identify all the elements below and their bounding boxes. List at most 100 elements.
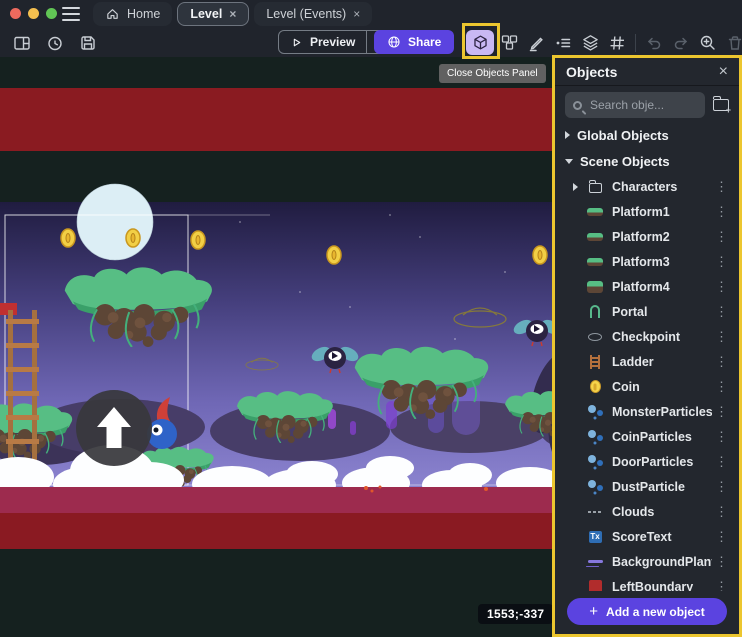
kebab-menu-icon[interactable] xyxy=(712,354,731,370)
object-label: Portal xyxy=(612,305,712,319)
kebab-menu-icon[interactable] xyxy=(712,379,731,395)
section-global-objects[interactable]: Global Objects xyxy=(555,122,739,148)
kebab-menu-icon[interactable] xyxy=(712,404,731,420)
boundary-icon xyxy=(589,580,602,591)
minimize-window-button[interactable] xyxy=(28,8,39,19)
object-row-coin[interactable]: Coin xyxy=(555,374,739,399)
panel-title: Objects xyxy=(566,64,719,80)
moon-object[interactable] xyxy=(77,184,153,260)
object-row-dustparticle[interactable]: DustParticle xyxy=(555,474,739,499)
grid-icon[interactable] xyxy=(605,31,629,55)
kebab-menu-icon[interactable] xyxy=(712,479,731,495)
close-tab-icon[interactable] xyxy=(229,8,236,20)
object-row-platform1[interactable]: Platform1 xyxy=(555,199,739,224)
plants-icon xyxy=(588,560,603,563)
particles-icon xyxy=(588,405,603,419)
panels-icon[interactable] xyxy=(10,31,34,55)
clouds-icon xyxy=(588,511,603,513)
save-icon[interactable] xyxy=(76,31,100,55)
objects-panel-header: Objects xyxy=(555,58,739,86)
kebab-menu-icon[interactable] xyxy=(712,454,731,470)
object-row-backgroundplants[interactable]: BackgroundPlants xyxy=(555,549,739,574)
titlebar: Home Level Level (Events) xyxy=(0,0,742,28)
platform-icon xyxy=(587,208,603,216)
object-row-checkpoint[interactable]: Checkpoint xyxy=(555,324,739,349)
object-label: Platform1 xyxy=(612,205,712,219)
zoom-in-icon[interactable] xyxy=(696,31,720,55)
kebab-menu-icon[interactable] xyxy=(712,204,731,220)
platform-icon xyxy=(587,233,603,241)
add-folder-icon[interactable] xyxy=(713,99,729,111)
platform-icon xyxy=(587,258,603,266)
globe-icon xyxy=(387,35,401,49)
object-row-doorparticles[interactable]: DoorParticles xyxy=(555,449,739,474)
share-label: Share xyxy=(408,35,441,49)
object-row-platform2[interactable]: Platform2 xyxy=(555,224,739,249)
object-row-monsterparticles[interactable]: MonsterParticles xyxy=(555,399,739,424)
kebab-menu-icon[interactable] xyxy=(712,304,731,320)
kebab-menu-icon[interactable] xyxy=(712,429,731,445)
object-label: Clouds xyxy=(612,505,712,519)
particles-icon xyxy=(588,455,603,469)
kebab-menu-icon[interactable] xyxy=(712,279,731,295)
object-row-leftboundary[interactable]: LeftBoundary xyxy=(555,574,739,591)
object-row-clouds[interactable]: Clouds xyxy=(555,499,739,524)
close-panel-icon[interactable] xyxy=(719,63,728,81)
platform-tall-icon xyxy=(587,281,603,293)
object-row-scoretext[interactable]: Tx ScoreText xyxy=(555,524,739,549)
search-box[interactable] xyxy=(565,92,705,118)
chevron-right-icon xyxy=(565,131,570,139)
kebab-menu-icon[interactable] xyxy=(712,179,731,195)
section-label: Global Objects xyxy=(577,128,669,143)
object-label: Checkpoint xyxy=(612,330,712,344)
kebab-menu-icon[interactable] xyxy=(712,529,731,545)
toolbar: Preview Share xyxy=(0,28,742,57)
object-label: MonsterParticles xyxy=(612,405,712,419)
edit-pencil-icon[interactable] xyxy=(524,31,548,55)
tab-level[interactable]: Level xyxy=(177,2,249,26)
kebab-menu-icon[interactable] xyxy=(712,329,731,345)
object-label: Platform4 xyxy=(612,280,712,294)
kebab-menu-icon[interactable] xyxy=(712,579,731,592)
kebab-menu-icon[interactable] xyxy=(712,229,731,245)
jump-button-object[interactable] xyxy=(76,390,152,466)
share-button[interactable]: Share xyxy=(374,30,454,54)
panel-footer: Add a new object xyxy=(555,591,739,634)
objects-panel-icon[interactable] xyxy=(466,30,494,55)
search-icon xyxy=(573,101,582,110)
object-label: LeftBoundary xyxy=(612,580,712,592)
section-scene-objects[interactable]: Scene Objects xyxy=(555,148,739,174)
object-groups-icon[interactable] xyxy=(497,31,521,55)
kebab-menu-icon[interactable] xyxy=(712,254,731,270)
object-row-portal[interactable]: Portal xyxy=(555,299,739,324)
object-row-coinparticles[interactable]: CoinParticles xyxy=(555,424,739,449)
objects-tree: Global Objects Scene Objects Characters … xyxy=(555,122,739,591)
search-row xyxy=(555,86,739,122)
tab-level-events[interactable]: Level (Events) xyxy=(254,2,372,26)
object-label: BackgroundPlants xyxy=(612,555,712,569)
history-icon[interactable] xyxy=(43,31,67,55)
tab-label: Home xyxy=(127,7,160,21)
close-window-button[interactable] xyxy=(10,8,21,19)
menu-hamburger-icon[interactable] xyxy=(62,7,80,21)
particles-icon xyxy=(588,430,603,444)
object-row-characters[interactable]: Characters xyxy=(555,174,739,199)
object-label: DoorParticles xyxy=(612,455,712,469)
coordinates-text: 1553;-337 xyxy=(487,607,544,621)
tab-home[interactable]: Home xyxy=(93,2,172,26)
zoom-window-button[interactable] xyxy=(46,8,57,19)
kebab-menu-icon[interactable] xyxy=(712,554,731,570)
kebab-menu-icon[interactable] xyxy=(712,504,731,520)
object-label: Ladder xyxy=(612,355,712,369)
close-tab-icon[interactable] xyxy=(353,8,360,20)
instance-properties-icon[interactable] xyxy=(551,31,575,55)
traffic-lights xyxy=(10,8,57,19)
objects-panel: Objects Global Objects Scene Objects Cha… xyxy=(552,55,742,637)
search-input[interactable] xyxy=(588,97,697,113)
layers-icon[interactable] xyxy=(578,31,602,55)
text-icon: Tx xyxy=(589,531,602,543)
object-row-ladder[interactable]: Ladder xyxy=(555,349,739,374)
object-row-platform4[interactable]: Platform4 xyxy=(555,274,739,299)
object-row-platform3[interactable]: Platform3 xyxy=(555,249,739,274)
add-new-object-button[interactable]: Add a new object xyxy=(567,598,727,625)
